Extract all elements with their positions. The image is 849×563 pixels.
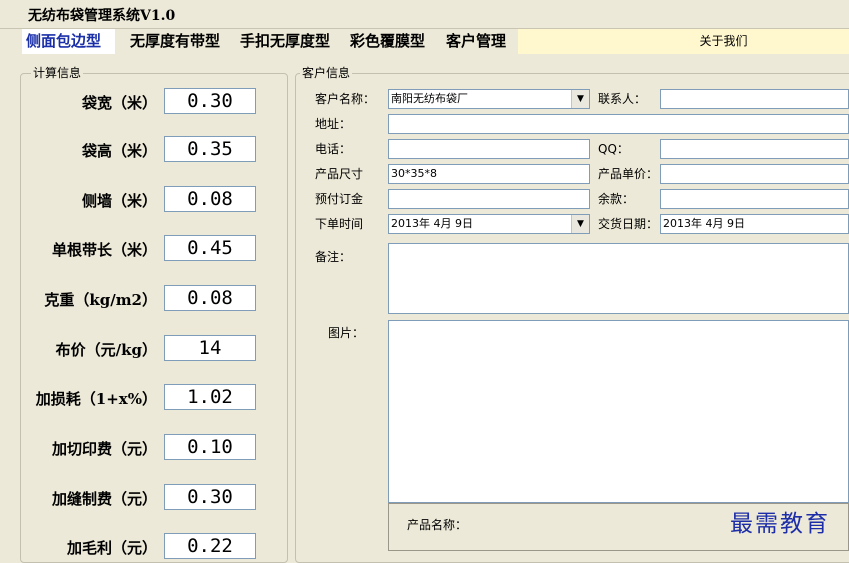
contact-field[interactable] [660, 89, 849, 109]
gram-weight-label: 克重（kg/m2） [44, 291, 157, 309]
balance-label: 余款： [598, 192, 635, 206]
address-label: 地址： [315, 117, 352, 131]
tab-color-laminated[interactable]: 彩色覆膜型 [346, 29, 438, 54]
calc-row-gram-weight: 克重（kg/m2） 0.08 [0, 284, 280, 314]
chevron-down-icon[interactable]: ▼ [571, 90, 589, 108]
side-wall-field[interactable]: 0.08 [164, 186, 256, 212]
unit-price-label: 产品单价： [598, 167, 659, 181]
sewing-fee-label: 加缝制费（元） [51, 490, 157, 508]
calc-row-bag-height: 袋高（米） 0.35 [0, 135, 280, 165]
tab-bar: 侧面包边型 无厚度有带型 手扣无厚度型 彩色覆膜型 客户管理 关于我们 [0, 29, 849, 54]
about-us-link[interactable]: 关于我们 [699, 34, 747, 48]
balance-field[interactable] [660, 189, 849, 209]
bag-height-label: 袋高（米） [81, 142, 157, 160]
phone-field[interactable] [388, 139, 590, 159]
tab-strip-filler: 关于我们 [518, 29, 849, 54]
phone-label: 电话： [315, 142, 352, 156]
calc-row-loss: 加损耗（1+x%） 1.02 [0, 383, 280, 413]
fabric-price-field[interactable]: 14 [164, 335, 256, 361]
deposit-label: 预付订金 [315, 192, 364, 206]
delivery-date-picker[interactable]: 2013年 4月 9日 [660, 214, 849, 234]
delivery-date-label: 交货日期： [598, 217, 659, 231]
customer-info-legend: 客户信息 [300, 66, 353, 80]
gross-profit-label: 加毛利（元） [66, 539, 157, 557]
loss-field[interactable]: 1.02 [164, 384, 256, 410]
calc-row-fabric-price: 布价（元/kg） 14 [0, 334, 280, 364]
remarks-label: 备注： [315, 250, 352, 264]
qq-field[interactable] [660, 139, 849, 159]
customer-name-value: 南阳无纺布袋厂 [391, 92, 468, 105]
watermark-text: 最需教育 [730, 511, 830, 537]
cut-print-fee-label: 加切印费（元） [51, 440, 157, 458]
calc-info-legend: 计算信息 [31, 66, 84, 80]
bag-height-field[interactable]: 0.35 [164, 136, 256, 162]
calc-row-cut-print-fee: 加切印费（元） 0.10 [0, 433, 280, 463]
sewing-fee-field[interactable]: 0.30 [164, 484, 256, 510]
contact-label: 联系人： [598, 92, 647, 106]
bag-width-label: 袋宽（米） [81, 94, 157, 112]
image-label: 图片： [328, 326, 365, 340]
customer-name-label: 客户名称： [315, 92, 376, 106]
loss-label: 加损耗（1+x%） [35, 390, 157, 408]
calc-row-gross-profit: 加毛利（元） 0.22 [0, 532, 280, 562]
title-bar: 无纺布袋管理系统V1.0 [0, 0, 849, 29]
side-wall-label: 侧墙（米） [81, 192, 157, 210]
strap-length-field[interactable]: 0.45 [164, 235, 256, 261]
address-field[interactable] [388, 114, 849, 134]
image-box [388, 320, 849, 503]
deposit-field[interactable] [388, 189, 590, 209]
remarks-textarea[interactable] [388, 243, 849, 314]
window-title: 无纺布袋管理系统V1.0 [28, 8, 176, 24]
product-name-label: 产品名称： [407, 518, 468, 532]
cut-print-fee-field[interactable]: 0.10 [164, 434, 256, 460]
order-time-label: 下单时间 [315, 217, 364, 231]
gross-profit-field[interactable]: 0.22 [164, 533, 256, 559]
unit-price-field[interactable] [660, 164, 849, 184]
gram-weight-field[interactable]: 0.08 [164, 285, 256, 311]
calc-row-sewing-fee: 加缝制费（元） 0.30 [0, 483, 280, 513]
tab-customer-management[interactable]: 客户管理 [442, 29, 518, 54]
chevron-down-icon[interactable]: ▼ [571, 215, 589, 233]
fabric-price-label: 布价（元/kg） [55, 341, 157, 359]
product-size-label: 产品尺寸 [315, 167, 364, 181]
qq-label: QQ： [598, 142, 629, 156]
bag-width-field[interactable]: 0.30 [164, 88, 256, 114]
tab-no-thickness-with-strap[interactable]: 无厚度有带型 [126, 29, 234, 54]
strap-length-label: 单根带长（米） [51, 241, 157, 259]
tab-hand-buckle[interactable]: 手扣无厚度型 [236, 29, 346, 54]
order-date-value: 2013年 4月 9日 [391, 217, 473, 230]
order-date-picker[interactable]: 2013年 4月 9日 ▼ [388, 214, 590, 234]
product-size-field[interactable]: 30*35*8 [388, 164, 590, 184]
calc-row-bag-width: 袋宽（米） 0.30 [0, 87, 280, 117]
tab-side-edge[interactable]: 侧面包边型 [22, 29, 115, 54]
calc-row-strap-length: 单根带长（米） 0.45 [0, 234, 280, 264]
customer-name-combo[interactable]: 南阳无纺布袋厂 ▼ [388, 89, 590, 109]
calc-row-side-wall: 侧墙（米） 0.08 [0, 185, 280, 215]
